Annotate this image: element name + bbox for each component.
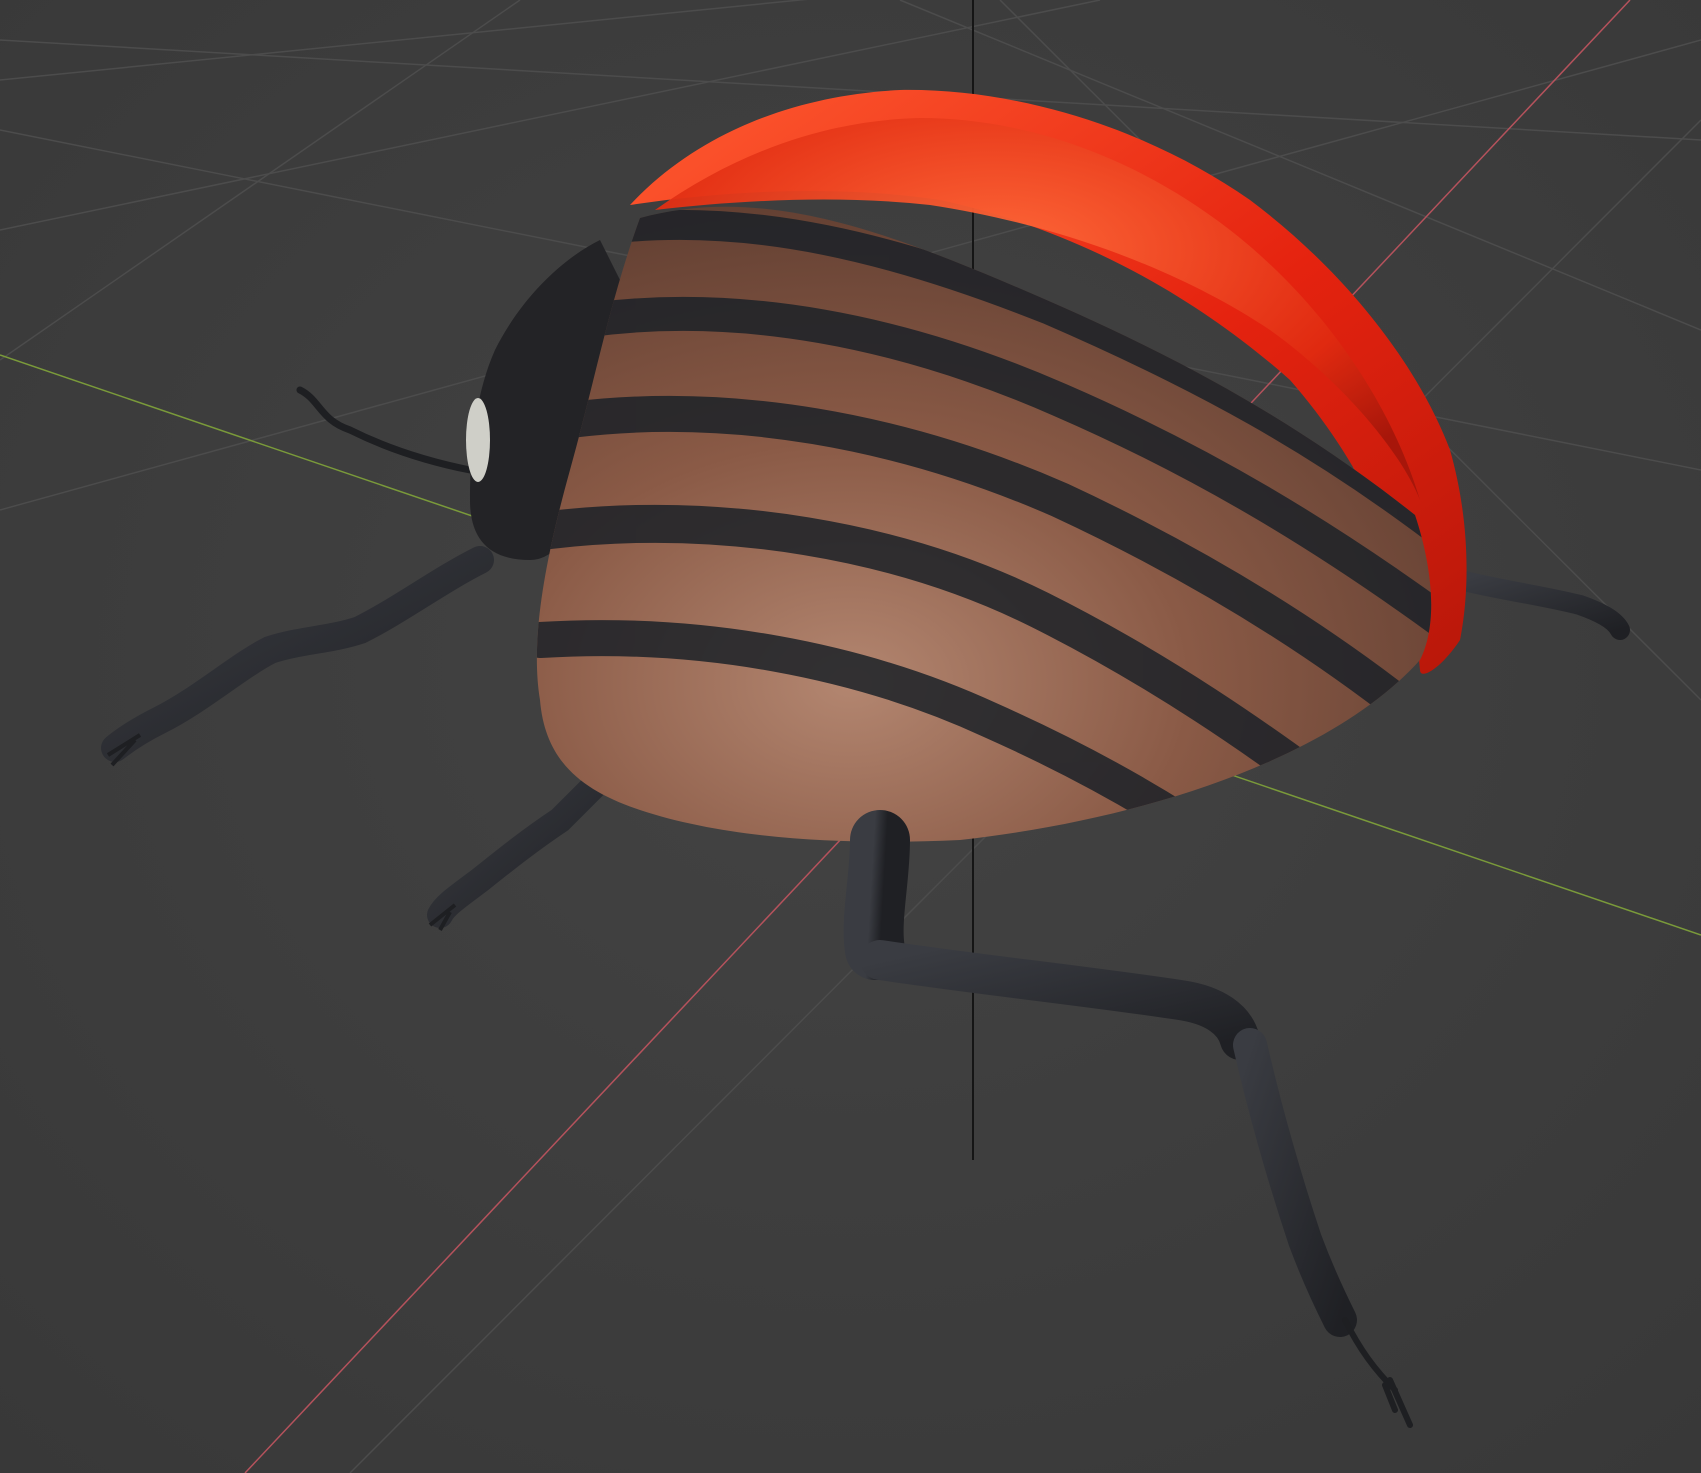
3d-viewport[interactable] — [0, 0, 1701, 1473]
viewport-scene[interactable] — [0, 0, 1701, 1473]
beetle-eye — [466, 398, 490, 482]
